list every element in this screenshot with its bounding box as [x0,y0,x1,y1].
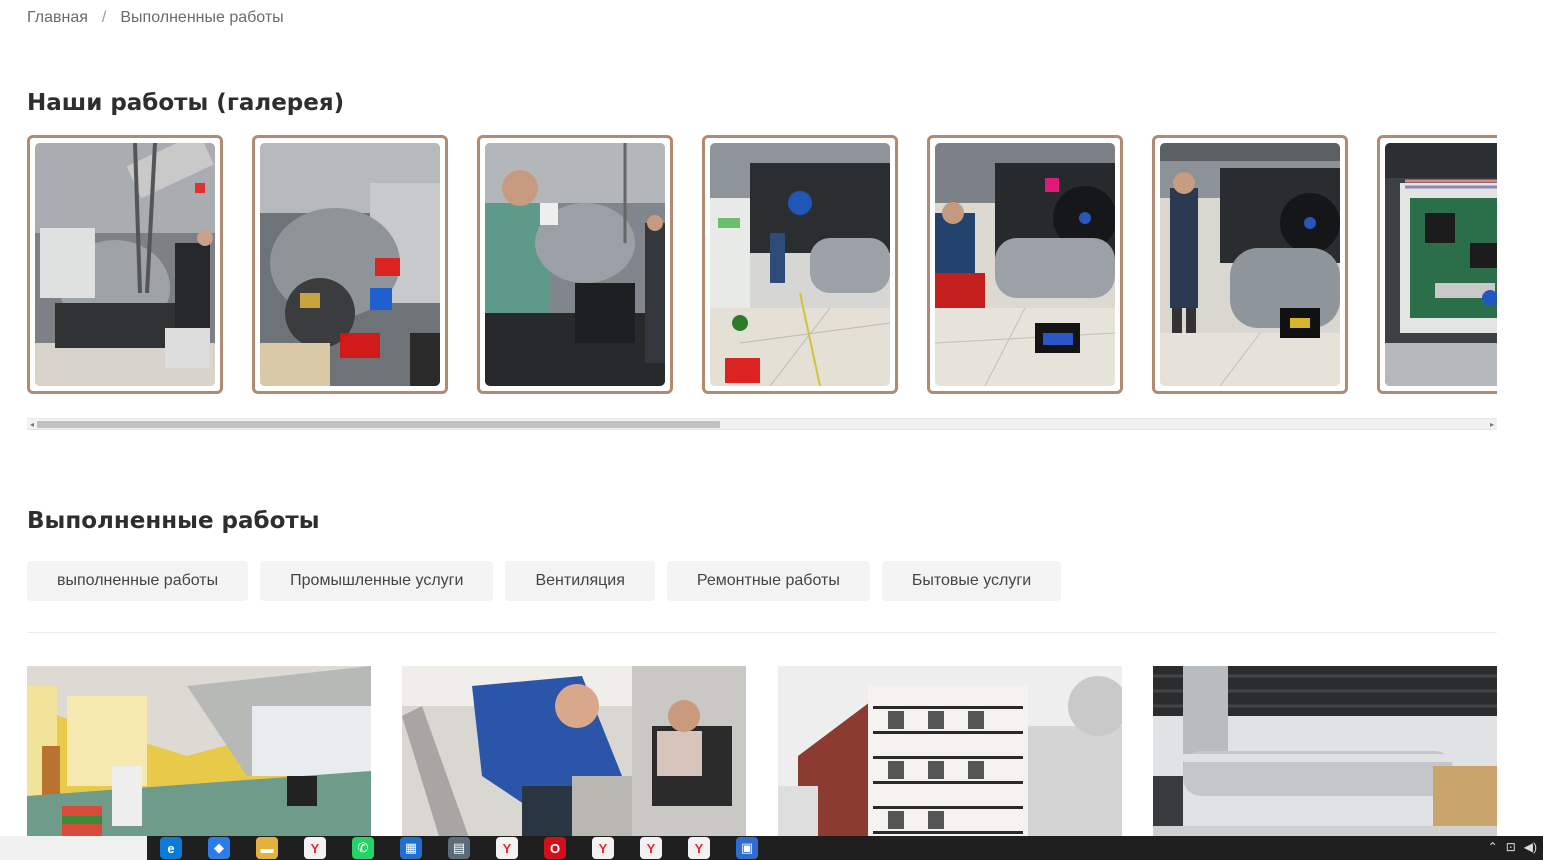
breadcrumb-home-link[interactable]: Главная [27,9,88,27]
gallery-scrollbar[interactable]: ◂ ▸ [27,418,1497,430]
gallery-photo[interactable] [927,135,1123,394]
photo-workers-installation [402,666,746,846]
yandex-browser-icon[interactable]: Y [688,837,710,859]
gallery-carousel [27,135,1497,395]
works-section-title: Выполненные работы [27,508,320,534]
scroll-left-arrow-icon[interactable]: ◂ [30,420,34,430]
section-divider [27,632,1497,633]
system-tray: ⌃ ⊡ ◀) [1488,840,1537,854]
photo-compressor-closeup [260,143,440,386]
taskbar-search-area[interactable] [0,836,147,860]
tab-household-services[interactable]: Бытовые услуги [881,561,1062,601]
breadcrumb: Главная / Выполненные работы [27,9,284,27]
photos-icon[interactable]: ▣ [736,837,758,859]
yandex-browser-icon[interactable]: Y [640,837,662,859]
work-card[interactable] [1153,666,1497,846]
photo-gym-interior [27,666,371,846]
photo-technicians-compressor [485,143,665,386]
tab-repair-works[interactable]: Ремонтные работы [666,561,870,601]
photo-chiller-room [710,143,890,386]
yandex-browser-icon[interactable]: Y [304,837,326,859]
work-card[interactable] [778,666,1122,846]
store-icon[interactable]: ▦ [400,837,422,859]
photo-ventilation-duct [1153,666,1497,846]
calculator-icon[interactable]: ▤ [448,837,470,859]
scroll-right-arrow-icon[interactable]: ▸ [1490,420,1494,430]
breadcrumb-separator: / [101,9,107,26]
gallery-photo[interactable] [252,135,448,394]
tab-industrial-services[interactable]: Промышленные услуги [260,561,494,601]
gallery-photo[interactable] [1377,135,1497,394]
photo-technician-chiller [1160,143,1340,386]
gallery-photo[interactable] [477,135,673,394]
scrollbar-thumb[interactable] [37,421,720,428]
gallery-photo[interactable] [702,135,898,394]
photo-compressor-lifting [35,143,215,386]
yandex-browser-icon[interactable]: Y [496,837,518,859]
photo-snowy-building [778,666,1122,846]
tab-ventilation[interactable]: Вентиляция [505,561,655,601]
photo-chiller-maintenance [935,143,1115,386]
photo-control-board [1385,143,1497,386]
chevron-up-icon[interactable]: ⌃ [1488,840,1498,854]
gallery-title: Наши работы (галерея) [27,90,345,116]
edge-icon[interactable]: e [160,837,182,859]
opera-icon[interactable]: O [544,837,566,859]
vscode-icon[interactable]: ◆ [208,837,230,859]
gallery-photo[interactable] [27,135,223,394]
network-icon[interactable]: ⊡ [1506,840,1516,854]
folder-icon[interactable]: ▬ [256,837,278,859]
work-card[interactable] [402,666,746,846]
gallery-photo[interactable] [1152,135,1348,394]
works-filter-tabs: выполненные работы Промышленные услуги В… [27,561,1062,601]
work-card[interactable] [27,666,371,846]
breadcrumb-current: Выполненные работы [120,9,284,26]
yandex-browser-icon[interactable]: Y [592,837,614,859]
windows-taskbar: e ◆ ▬ Y ✆ ▦ ▤ Y O Y Y Y ▣ ⌃ ⊡ ◀) [0,836,1543,860]
volume-icon[interactable]: ◀) [1524,840,1537,854]
whatsapp-icon[interactable]: ✆ [352,837,374,859]
tab-completed-works[interactable]: выполненные работы [27,561,249,601]
